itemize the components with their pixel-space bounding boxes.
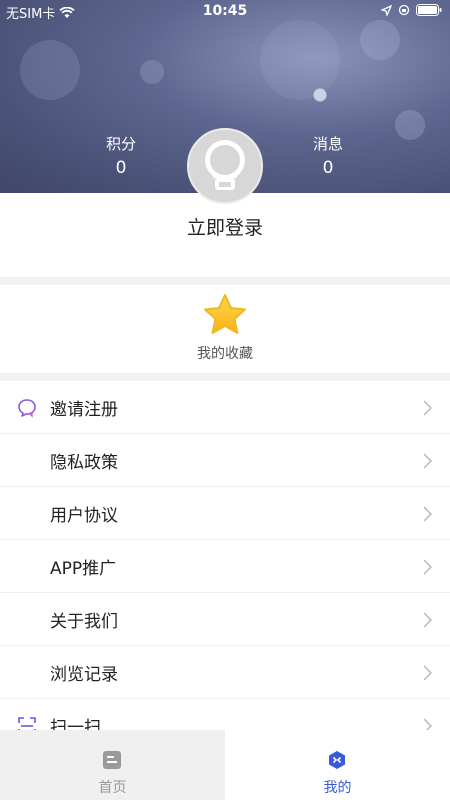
tab-home-label: 首页 bbox=[98, 780, 127, 796]
menu-item-about[interactable]: 关于我们 bbox=[0, 593, 450, 646]
chevron-right-icon bbox=[423, 665, 432, 681]
menu-item-label: 浏览记录 bbox=[50, 664, 118, 685]
star-icon bbox=[204, 294, 246, 334]
menu-item-label: APP推广 bbox=[50, 558, 117, 579]
points-value: 0 bbox=[115, 158, 127, 178]
avatar[interactable] bbox=[187, 128, 263, 204]
chevron-right-icon bbox=[423, 506, 432, 522]
favorites-label: 我的收藏 bbox=[197, 346, 253, 362]
mine-icon bbox=[329, 751, 345, 769]
tab-bar: 首页 我的 bbox=[0, 730, 450, 800]
chevron-right-icon bbox=[423, 718, 432, 730]
scan-icon bbox=[18, 717, 36, 730]
menu-item-label: 扫一扫 bbox=[50, 717, 101, 731]
menu-item-privacy[interactable]: 隐私政策 bbox=[0, 434, 450, 487]
points-stat[interactable]: 积分 0 bbox=[91, 133, 151, 178]
favorites-card[interactable]: 我的收藏 bbox=[0, 285, 450, 373]
menu-item-label: 关于我们 bbox=[50, 611, 118, 632]
battery-icon bbox=[416, 4, 442, 16]
points-label: 积分 bbox=[105, 135, 136, 153]
location-arrow-icon bbox=[381, 4, 392, 16]
menu-item-label: 用户协议 bbox=[50, 505, 118, 526]
menu-list: 邀请注册 隐私政策 用户协议 APP推广 关于我们 浏览记录 扫一扫 bbox=[0, 381, 450, 730]
chevron-right-icon bbox=[423, 559, 432, 575]
menu-item-invite[interactable]: 邀请注册 bbox=[0, 381, 450, 434]
messages-value: 0 bbox=[322, 158, 334, 178]
menu-item-agreement[interactable]: 用户协议 bbox=[0, 487, 450, 540]
menu-item-label: 隐私政策 bbox=[50, 452, 118, 473]
tab-home[interactable]: 首页 bbox=[0, 730, 225, 800]
menu-item-scan[interactable]: 扫一扫 bbox=[0, 699, 450, 730]
login-link[interactable]: 立即登录 bbox=[0, 213, 450, 240]
chevron-right-icon bbox=[423, 453, 432, 469]
status-bar: 无SIM卡 10:45 bbox=[0, 0, 450, 24]
menu-item-app-promotion[interactable]: APP推广 bbox=[0, 540, 450, 593]
chevron-right-icon bbox=[423, 400, 432, 416]
home-icon bbox=[103, 751, 121, 769]
default-avatar-icon bbox=[205, 140, 245, 190]
chevron-right-icon bbox=[423, 612, 432, 628]
menu-item-label: 邀请注册 bbox=[50, 399, 118, 420]
menu-item-history[interactable]: 浏览记录 bbox=[0, 646, 450, 699]
messages-label: 消息 bbox=[312, 135, 343, 153]
messages-stat[interactable]: 消息 0 bbox=[298, 133, 358, 178]
orientation-lock-icon bbox=[398, 4, 410, 16]
tab-mine-label: 我的 bbox=[323, 780, 352, 796]
chat-bubble-icon bbox=[18, 399, 36, 418]
login-card: 立即登录 bbox=[0, 193, 450, 277]
tab-mine[interactable]: 我的 bbox=[225, 730, 450, 800]
